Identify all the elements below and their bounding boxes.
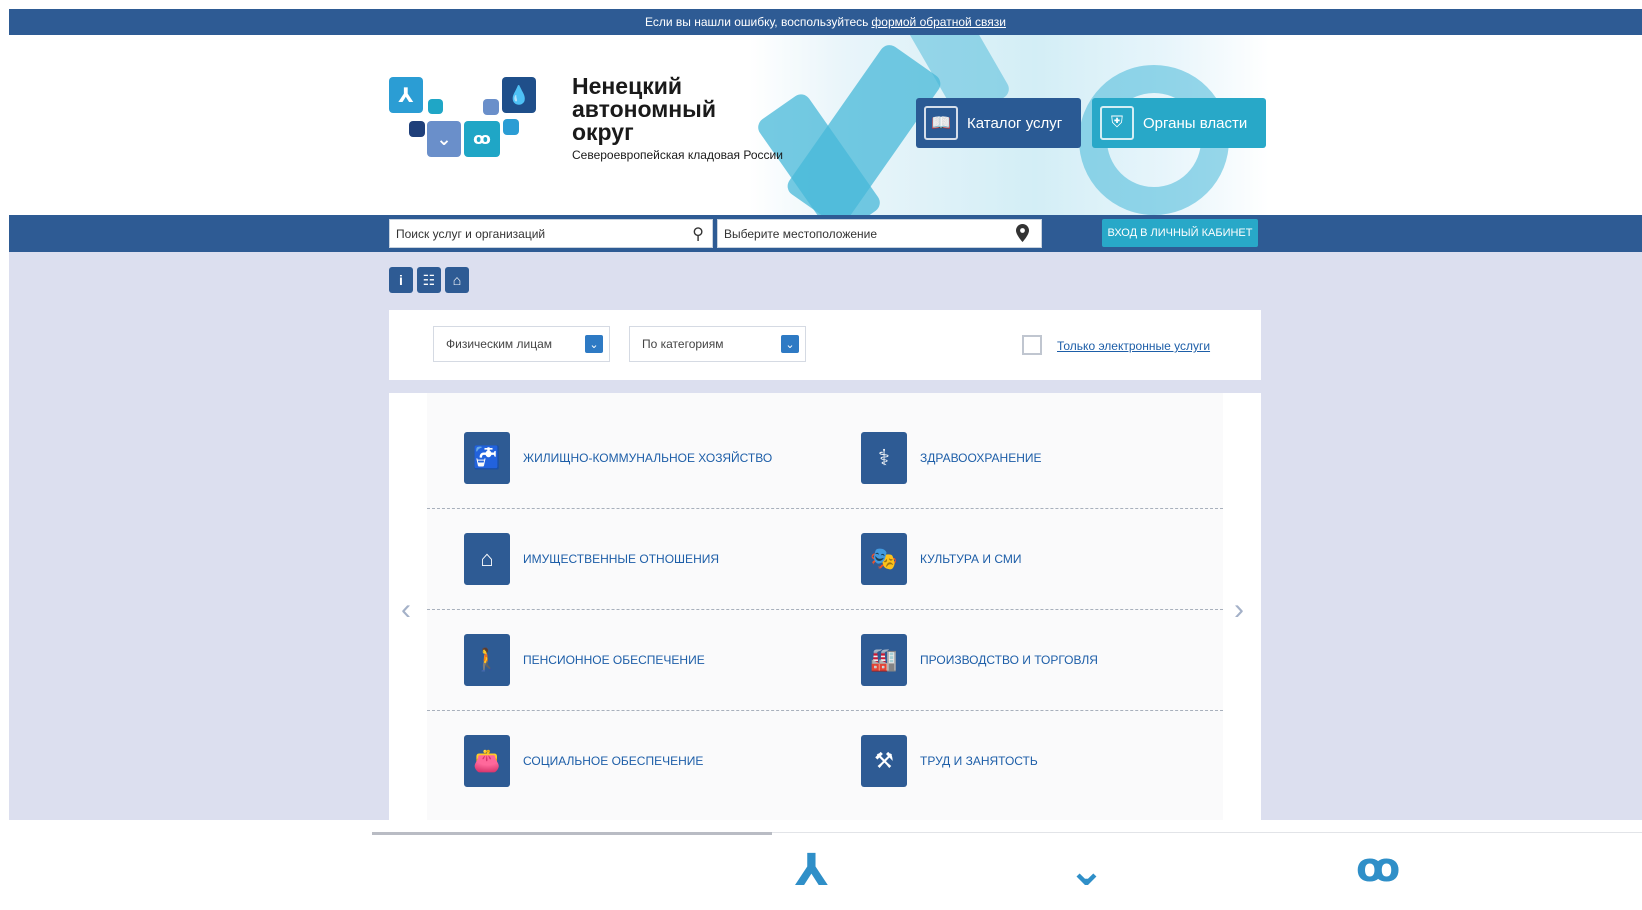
grouping-select[interactable]: По категориям ⌄ [629,326,806,362]
category-culture[interactable]: 🎭 КУЛЬТУРА И СМИ [861,533,1022,585]
region-logo[interactable]: ⅄ ⌄ ꝏ 💧 [389,77,549,167]
row-divider [427,508,1223,509]
feedback-form-link[interactable]: формой обратной связи [871,15,1006,29]
page-root: Если вы нашли ошибку, воспользуйтесь фор… [0,0,1642,910]
electronic-only-label[interactable]: Только электронные услуги [1057,339,1210,353]
authorities-button-label: Органы власти [1143,114,1248,132]
catalog-button-label: Каталог услуг [967,114,1063,132]
category-industry[interactable]: 🏭 ПРОИЗВОДСТВО И ТОРГОВЛЯ [861,634,1098,686]
chevron-down-icon: ⌄ [781,335,799,353]
row-divider [427,710,1223,711]
prev-arrow-icon[interactable]: ‹ [401,593,411,627]
theater-masks-icon: 🎭 [861,533,907,585]
loop-ornament-icon: ꝏ [1356,846,1401,890]
category-social[interactable]: 👛 СОЦИАЛЬНОЕ ОБЕСПЕЧЕНИЕ [464,735,703,787]
grouping-value: По категориям [642,337,724,351]
catalog-button[interactable]: 📖 Каталог услуг [916,98,1081,148]
sitemap-icon[interactable]: ☷ [417,267,441,293]
category-label: ЗДРАВООХРАНЕНИЕ [920,451,1042,465]
category-housing[interactable]: 🚰 ЖИЛИЩНО-КОММУНАЛЬНОЕ ХОЗЯЙСТВО [464,432,772,484]
region-title: Ненецкий автономный округ [572,73,716,145]
map-pin-icon [1016,224,1029,242]
category-pension[interactable]: 🚶 ПЕНСИОННОЕ ОБЕСПЕЧЕНИЕ [464,634,705,686]
feedback-text: Если вы нашли ошибку, воспользуйтесь [645,15,869,29]
scroll-indicator[interactable] [372,832,772,835]
search-placeholder: Поиск услуг и организаций [396,226,546,241]
category-label: КУЛЬТУРА И СМИ [920,552,1022,566]
info-icon[interactable]: i [389,267,413,293]
logo-drop-icon: 💧 [502,77,536,113]
location-placeholder: Выберите местоположение [724,226,878,241]
footer-divider [772,832,1642,833]
logo-chevron-icon: ⌄ [427,121,461,157]
category-healthcare[interactable]: ⚕ ЗДРАВООХРАНЕНИЕ [861,432,1042,484]
region-subtitle: Североевропейская кладовая России [572,148,783,162]
elderly-person-icon: 🚶 [464,634,510,686]
site-header: ⅄ ⌄ ꝏ 💧 Ненецкий автономный округ Северо… [9,35,1642,215]
categories-panel: 🚰 ЖИЛИЩНО-КОММУНАЛЬНОЕ ХОЗЯЙСТВО ⚕ ЗДРАВ… [389,393,1261,820]
house-icon: ⌂ [464,533,510,585]
category-label: ИМУЩЕСТВЕННЫЕ ОТНОШЕНИЯ [523,552,720,566]
logo-figure-icon: ⅄ [389,77,423,113]
category-property[interactable]: ⌂ ИМУЩЕСТВЕННЫЕ ОТНОШЕНИЯ [464,533,719,585]
search-icon[interactable]: ⚲ [692,224,704,244]
category-label: СОЦИАЛЬНОЕ ОБЕСПЕЧЕНИЕ [523,754,704,768]
feedback-bar: Если вы нашли ошибку, воспользуйтесь фор… [9,9,1642,35]
search-input[interactable]: Поиск услуг и организаций ⚲ [389,219,713,248]
next-arrow-icon[interactable]: › [1234,593,1244,627]
login-button[interactable]: ВХОД В ЛИЧНЫЙ КАБИНЕТ [1102,219,1258,247]
chevron-down-icon: ⌄ [585,335,603,353]
electronic-only-checkbox[interactable] [1022,335,1042,355]
factory-icon: 🏭 [861,634,907,686]
chevron-ornament-icon: ⌄ [1068,846,1105,895]
home-icon[interactable]: ⌂ [445,267,469,293]
figure-ornament-icon: ⅄ [795,846,829,895]
category-label: ПЕНСИОННОЕ ОБЕСПЕЧЕНИЕ [523,653,705,667]
faucet-icon: 🚰 [464,432,510,484]
category-labor[interactable]: ⚒ ТРУД И ЗАНЯТОСТЬ [861,735,1038,787]
medicine-bowl-icon: ⚕ [861,432,907,484]
row-divider [427,609,1223,610]
coat-of-arms-icon: ⛨ [1100,106,1134,140]
logo-ornament-icon: ꝏ [464,121,500,157]
category-label: ТРУД И ЗАНЯТОСТЬ [920,754,1038,768]
category-label: ЖИЛИЩНО-КОММУНАЛЬНОЕ ХОЗЯЙСТВО [523,451,773,465]
location-select[interactable]: Выберите местоположение [717,219,1042,248]
category-label: ПРОИЗВОДСТВО И ТОРГОВЛЯ [920,653,1098,667]
book-icon: 📖 [924,106,958,140]
audience-select[interactable]: Физическим лицам ⌄ [433,326,610,362]
tools-icon: ⚒ [861,735,907,787]
authorities-button[interactable]: ⛨ Органы власти [1092,98,1266,148]
audience-value: Физическим лицам [446,337,552,351]
filter-panel: Физическим лицам ⌄ По категориям ⌄ Тольк… [389,310,1261,380]
purse-icon: 👛 [464,735,510,787]
search-navbar: Поиск услуг и организаций ⚲ Выберите мес… [9,215,1642,252]
